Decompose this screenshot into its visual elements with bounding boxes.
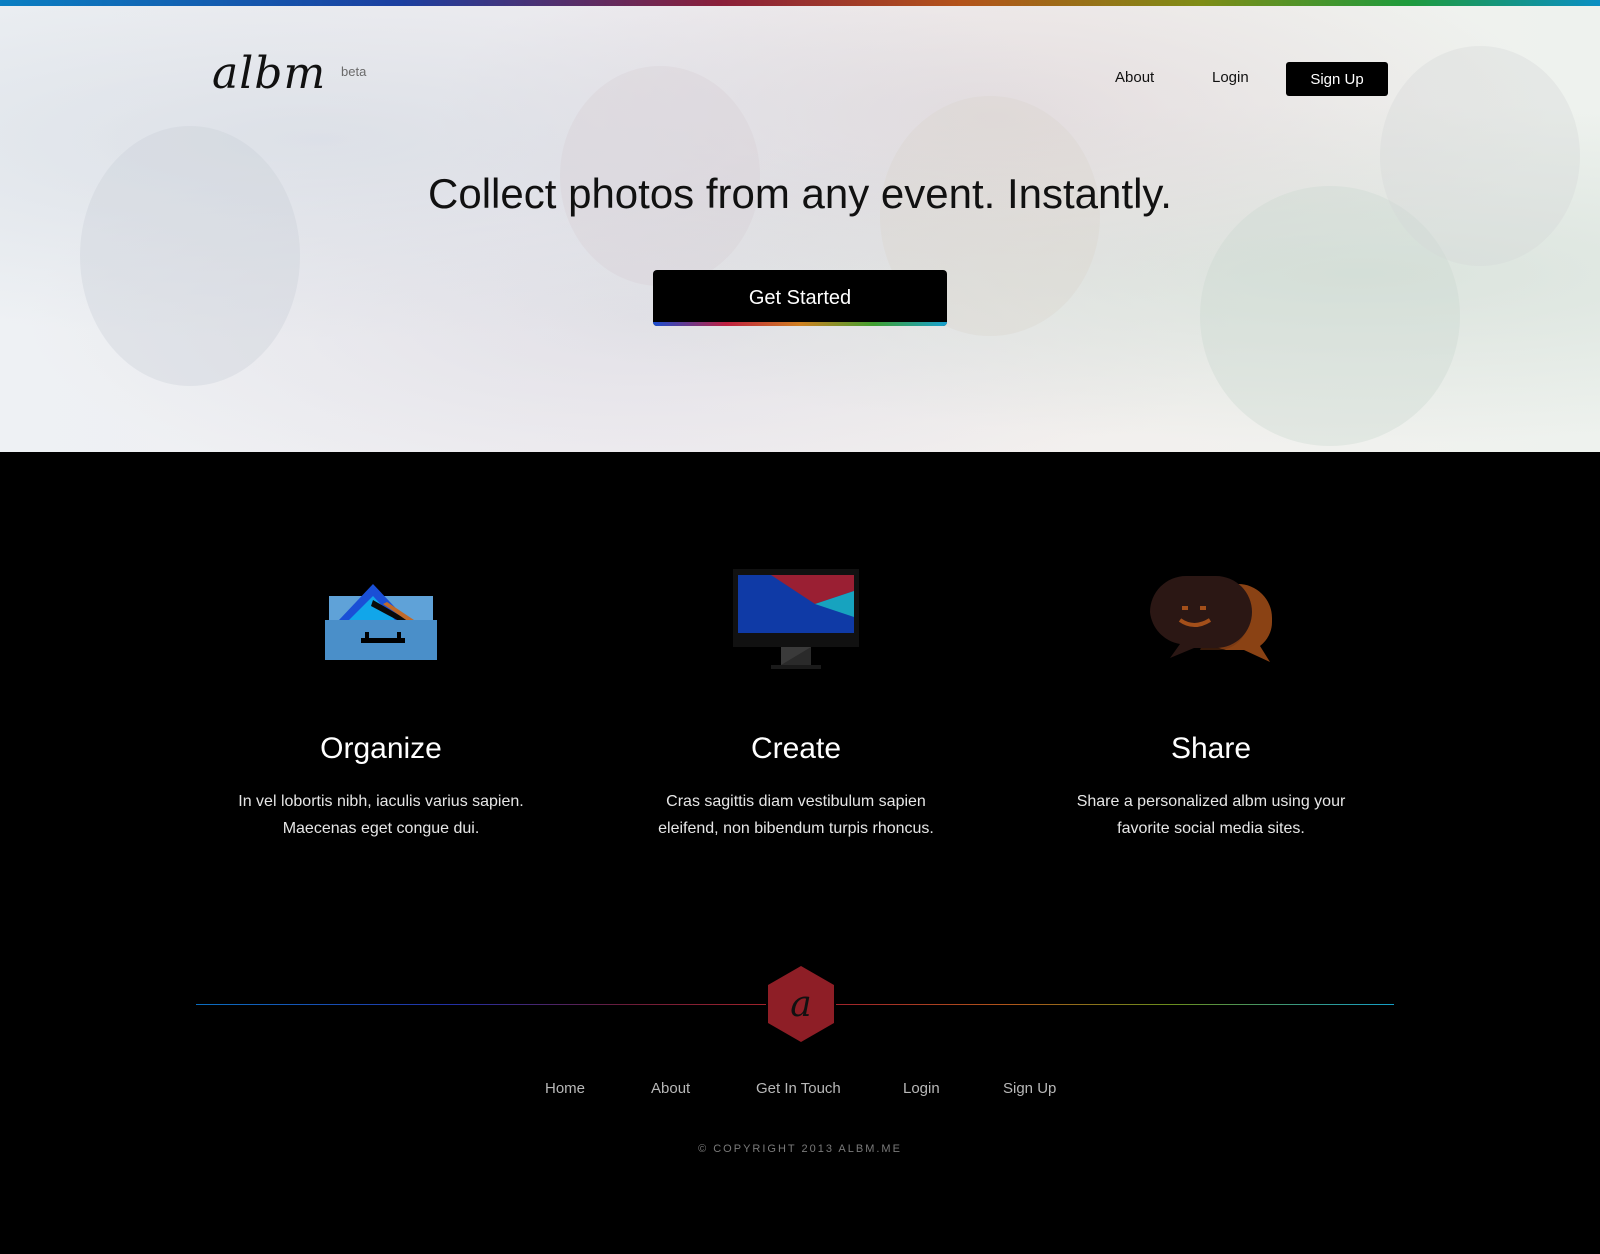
nav-login-link[interactable]: Login [1212, 69, 1249, 86]
cta-rainbow-underline [653, 322, 947, 326]
hero-headline: Collect photos from any event. Instantly… [428, 170, 1172, 217]
feature-organize: Organize In vel lobortis nibh, iaculis v… [211, 560, 551, 842]
feature-description-line: In vel lobortis nibh, iaculis varius sap… [238, 793, 524, 810]
footer-link-get-in-touch[interactable]: Get In Touch [756, 1080, 841, 1097]
feature-title: Organize [320, 732, 442, 765]
footer-link-home[interactable]: Home [545, 1080, 585, 1097]
feature-title: Share [1170, 732, 1252, 765]
feature-description-line: Maecenas eget congue dui. [282, 820, 480, 837]
footer-divider-right [836, 1004, 1394, 1005]
footer-link-sign-up[interactable]: Sign Up [1003, 1080, 1056, 1097]
footer-link-login[interactable]: Login [903, 1080, 940, 1097]
feature-description-line: Cras sagittis diam vestibulum sapien [666, 793, 926, 810]
footer-link-about[interactable]: About [651, 1080, 690, 1097]
feature-description: Cras sagittis diam vestibulum sapien ele… [626, 788, 966, 842]
get-started-button[interactable]: Get Started [653, 270, 947, 326]
signup-button[interactable]: Sign Up [1286, 62, 1388, 96]
hero-photo-shape [1380, 46, 1580, 266]
feature-description-line: favorite social media sites. [1117, 820, 1305, 837]
feature-title: Create [750, 732, 842, 765]
feature-description: In vel lobortis nibh, iaculis varius sap… [211, 788, 551, 842]
nav-about-link[interactable]: About [1115, 69, 1154, 86]
feature-create: Create Cras sagittis diam vestibulum sap… [626, 560, 966, 842]
footer-divider-left [196, 1004, 766, 1005]
beta-label: beta [341, 64, 367, 79]
logo[interactable]: albm [212, 48, 326, 99]
footer-emblem[interactable]: a [768, 966, 834, 1042]
hero-photo-shape [80, 126, 300, 386]
feature-description-line: eleifend, non bibendum turpis rhoncus. [658, 820, 934, 837]
feature-share: Share Share a personalized albm using yo… [1041, 560, 1381, 842]
feature-description-line: Share a personalized albm using your [1076, 793, 1346, 810]
feature-description: Share a personalized albm using your fav… [1041, 788, 1381, 842]
emblem-letter: a [790, 984, 811, 1025]
copyright-text: © COPYRIGHT 2013 ALBM.ME [698, 1143, 902, 1155]
get-started-label: Get Started [748, 286, 852, 309]
monitor-icon [626, 560, 966, 680]
chat-bubbles-icon [1041, 560, 1381, 680]
drawer-icon [211, 560, 551, 680]
